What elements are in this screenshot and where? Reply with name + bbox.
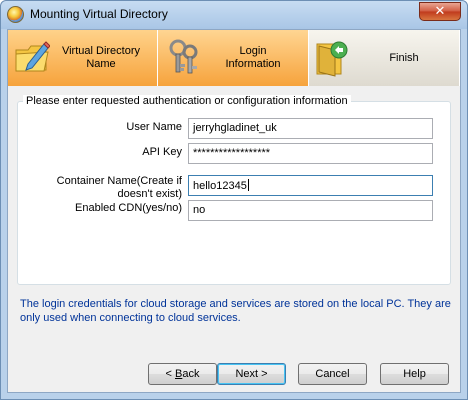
close-button[interactable]: ✕ <box>419 2 461 21</box>
user-name-field[interactable]: jerryhgladinet_uk <box>188 118 433 139</box>
folder-edit-icon <box>15 41 50 72</box>
container-name-label: Container Name(Create if doesn't exist) <box>56 175 182 200</box>
finish-folder-icon <box>316 41 348 77</box>
next-button[interactable]: Next > <box>217 363 286 385</box>
step-login-information: Login Information <box>158 30 309 86</box>
enabled-cdn-field[interactable]: no <box>188 200 433 221</box>
container-name-field[interactable]: hello12345 <box>188 175 433 196</box>
step-finish: Finish <box>309 30 460 86</box>
api-key-label: API Key <box>142 146 182 158</box>
app-icon <box>7 6 24 23</box>
info-text: The login credentials for cloud storage … <box>20 298 451 324</box>
enabled-cdn-label: Enabled CDN(yes/no) <box>75 202 182 214</box>
cancel-button[interactable]: Cancel <box>298 363 367 385</box>
user-name-label: User Name <box>126 121 182 133</box>
step-label: Finish <box>389 52 419 64</box>
close-icon: ✕ <box>434 4 446 19</box>
wizard-steps: Virtual Directory Name Login Information <box>8 30 460 86</box>
back-button[interactable]: < Back <box>148 363 217 385</box>
step-virtual-directory-name: Virtual Directory Name <box>8 30 158 86</box>
api-key-field[interactable]: ****************** <box>188 143 433 164</box>
text-caret <box>247 179 249 191</box>
title-bar[interactable]: Mounting Virtual Directory ✕ <box>1 1 467 29</box>
dialog-window: Mounting Virtual Directory ✕ Virtual Dir… <box>0 0 468 400</box>
groupbox-title: Please enter requested authentication or… <box>23 95 351 107</box>
step-label: Login Information <box>225 45 281 70</box>
help-button[interactable]: Help <box>380 363 449 385</box>
window-title: Mounting Virtual Directory <box>30 7 168 21</box>
keys-icon <box>169 39 198 74</box>
step-label: Virtual Directory Name <box>61 45 141 70</box>
dialog-client-area: Virtual Directory Name Login Information <box>7 29 461 393</box>
